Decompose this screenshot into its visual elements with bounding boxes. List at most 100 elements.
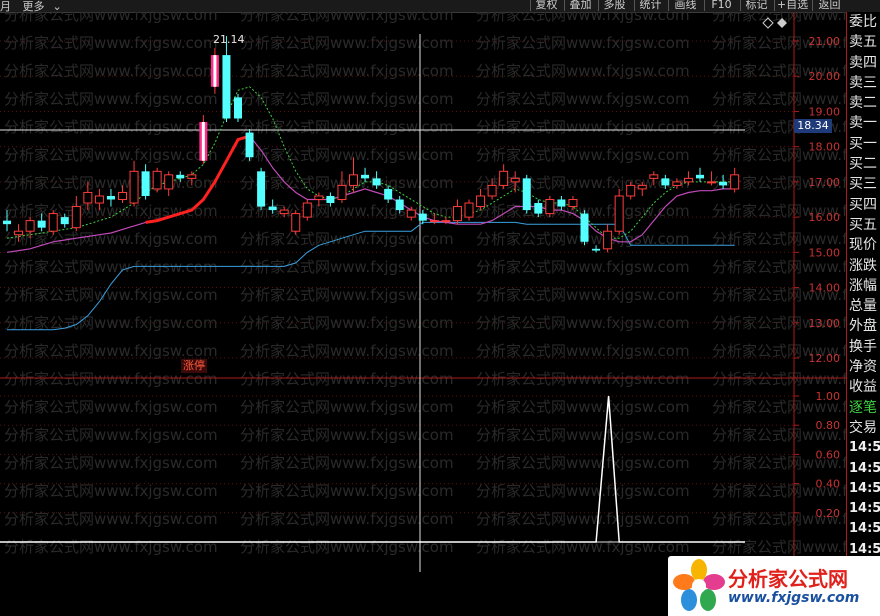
candle-body	[476, 195, 486, 208]
candle-body	[372, 178, 381, 186]
candle-body	[626, 184, 636, 197]
watermark-text: 分析家公式网www.fxjgsw.com	[476, 426, 690, 444]
side-panel-label: 总量	[849, 298, 877, 315]
candle	[730, 167, 740, 193]
kline-chart[interactable]: 分析家公式网www.fxjgsw.com 分析家公式网www.fxjgsw.com…	[0, 12, 846, 572]
watermark-text: 分析家公式网www.fxjgsw.com	[240, 398, 454, 416]
side-panel-label: 逐笔	[849, 399, 877, 416]
candle-body	[534, 203, 543, 214]
side-panel-label: 买四	[849, 196, 877, 213]
candle-body	[441, 220, 451, 223]
candle-body	[614, 195, 624, 232]
candle-body	[268, 206, 277, 211]
candle	[580, 210, 589, 246]
watermark-text: 分析家公式网www.fxjgsw.com	[476, 34, 690, 52]
candle-body	[580, 213, 589, 242]
watermark-text: 分析家公式网www.fxjgsw.com	[240, 510, 454, 528]
indicator-tick-label: 1.00	[816, 390, 841, 403]
indicator-tick-label: 0.60	[816, 448, 841, 461]
watermark-text: 分析家公式网www.fxjgsw.com	[4, 342, 218, 360]
candle	[302, 199, 312, 221]
watermark-text: 分析家公式网www.fxjgsw.com	[240, 538, 454, 556]
candle-body	[176, 174, 185, 179]
candle-body	[37, 220, 46, 228]
watermark-text: 分析家公式网www.fxjgsw.com	[476, 370, 690, 388]
candle-body	[71, 206, 81, 229]
candle-body	[649, 174, 659, 179]
side-panel-label: 卖三	[849, 74, 877, 91]
candle-body	[545, 199, 555, 215]
price-tick-label: 20.00	[809, 70, 841, 83]
side-panel-label: 买三	[849, 176, 877, 193]
candle-body	[384, 188, 393, 200]
trade-time: 14:5	[849, 521, 880, 537]
candle-body	[291, 213, 301, 232]
overlay-button[interactable]: 叠加	[564, 0, 596, 11]
candle-body	[707, 181, 717, 184]
watermark-text: 分析家公式网www.fxjgsw.com	[240, 426, 454, 444]
f10-button[interactable]: F10	[704, 0, 738, 11]
candle	[129, 160, 139, 207]
watermark-text: 分析家公式网www.fxjgsw.com	[712, 258, 846, 276]
side-panel-label: 净资	[849, 359, 877, 376]
multi-stock-button[interactable]: 多股	[598, 0, 630, 11]
flower-logo-icon	[673, 559, 725, 611]
candle-body	[314, 195, 324, 201]
indicator-tick-label: 0.40	[816, 478, 841, 491]
side-panel-label: 买一	[849, 135, 877, 152]
limit-up-candle-stripe	[201, 122, 205, 161]
watermark-text: 分析家公式网www.fxjgsw.com	[476, 510, 690, 528]
candle-body	[603, 230, 613, 250]
candle-body	[429, 220, 439, 223]
watermark-text: 分析家公式网www.fxjgsw.com	[4, 398, 218, 416]
candle-body	[222, 55, 231, 119]
price-tick-label: 13.00	[809, 317, 841, 330]
watermark-text: 分析家公式网www.fxjgsw.com	[476, 12, 690, 24]
watermark-text: 分析家公式网www.fxjgsw.com	[240, 118, 454, 136]
price-tick-label: 15.00	[809, 246, 841, 259]
candle-body	[326, 195, 335, 204]
candle-body	[164, 174, 174, 190]
watermark-text: 分析家公式网www.fxjgsw.com	[4, 90, 218, 108]
watermark-text: 分析家公式网www.fxjgsw.com	[240, 62, 454, 80]
candle-body	[487, 184, 497, 197]
price-tick-label: 21.00	[809, 35, 841, 48]
candle-body	[661, 178, 670, 186]
price-tick-label: 12.00	[809, 352, 841, 365]
candle	[199, 114, 208, 165]
watermark-text: 分析家公式网www.fxjgsw.com	[712, 370, 846, 388]
price-tick-label: 16.00	[809, 211, 841, 224]
candle	[234, 93, 242, 123]
candle-body	[60, 217, 69, 225]
statistics-button[interactable]: 统计	[634, 0, 666, 11]
candle-body	[395, 199, 404, 211]
candle-body	[14, 230, 24, 236]
restore-rights-button[interactable]: 复权	[530, 0, 562, 11]
candle-body	[510, 177, 520, 183]
candle-body	[48, 213, 58, 232]
side-panel-label: 卖二	[849, 95, 877, 112]
candle-body	[83, 191, 93, 204]
add-favorite-button[interactable]: +自选	[774, 0, 810, 11]
trade-time: 14:5	[849, 440, 880, 456]
candle	[476, 188, 486, 211]
side-panel-label: 买五	[849, 216, 877, 233]
side-panel-label: 收益	[849, 379, 877, 396]
watermark-text: 分析家公式网www.fxjgsw.com	[4, 510, 218, 528]
side-panel-label: 卖四	[849, 54, 877, 71]
mark-button[interactable]: 标记	[740, 0, 772, 11]
draw-line-button[interactable]: 画线	[668, 0, 702, 11]
back-button[interactable]: 返回	[812, 0, 846, 11]
candle	[545, 195, 555, 218]
candle-body	[672, 181, 682, 186]
candle-body	[696, 174, 704, 179]
watermark-text: 分析家公式网www.fxjgsw.com	[4, 258, 218, 276]
watermark-text: 分析家公式网www.fxjgsw.com	[476, 482, 690, 500]
watermark-text: 分析家公式网www.fxjgsw.com	[4, 34, 218, 52]
candle-body	[361, 174, 370, 179]
watermark-text: 分析家公式网www.fxjgsw.com	[240, 454, 454, 472]
limit-up-badge: 涨停	[181, 359, 207, 373]
side-panel-label: 现价	[849, 237, 877, 254]
limit-up-candle-stripe	[213, 55, 217, 87]
candle-body	[106, 195, 115, 200]
